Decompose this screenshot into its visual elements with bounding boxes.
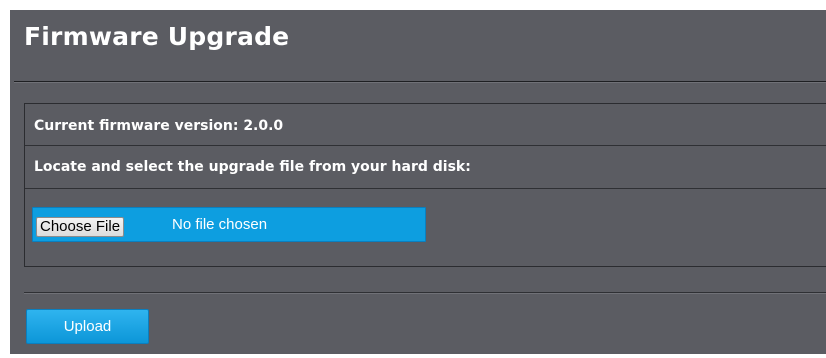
page-title: Firmware Upgrade <box>24 22 290 51</box>
upload-button[interactable]: Upload <box>26 309 149 344</box>
current-firmware-version-label: Current firmware version: 2.0.0 <box>34 118 284 134</box>
file-status-text: No file chosen <box>172 216 268 233</box>
title-divider <box>14 81 826 83</box>
locate-file-row: Locate and select the upgrade file from … <box>25 146 826 189</box>
choose-file-button[interactable]: Choose File <box>36 217 125 237</box>
file-input[interactable]: Choose File No file chosen <box>32 207 426 242</box>
firmware-version-row: Current firmware version: 2.0.0 <box>25 104 826 146</box>
firmware-panel: Current firmware version: 2.0.0 Locate a… <box>24 103 826 267</box>
locate-file-instruction: Locate and select the upgrade file from … <box>34 159 471 175</box>
footer-divider <box>24 292 826 294</box>
firmware-upgrade-page: Firmware Upgrade Current firmware versio… <box>10 10 826 354</box>
